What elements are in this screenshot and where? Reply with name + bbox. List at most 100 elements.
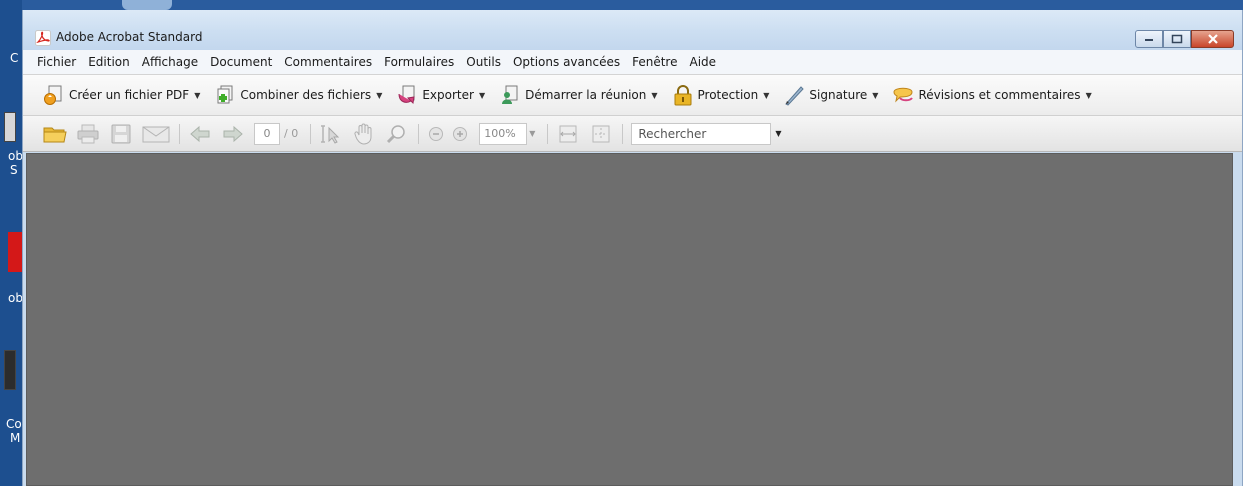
menu-edition[interactable]: Edition <box>88 55 130 69</box>
desktop-icon-label[interactable]: M <box>10 432 20 445</box>
export-button[interactable]: Exporter ▼ <box>396 84 485 106</box>
menu-document[interactable]: Document <box>210 55 272 69</box>
page-total: / 0 <box>284 127 299 140</box>
maximize-button[interactable] <box>1163 30 1191 48</box>
text-select-cursor-icon <box>321 124 340 144</box>
save-button[interactable] <box>109 122 133 146</box>
minimize-icon <box>1145 39 1153 41</box>
arrow-left-icon <box>190 125 210 142</box>
combine-files-button[interactable]: Combiner des fichiers ▼ <box>214 84 382 106</box>
export-icon <box>398 85 415 105</box>
start-meeting-button[interactable]: Démarrer la réunion ▼ <box>499 84 658 106</box>
protection-label: Protection <box>697 88 759 102</box>
create-pdf-icon <box>44 85 62 105</box>
zoom-in-button[interactable] <box>451 122 469 146</box>
toolbar-separator <box>179 123 180 144</box>
email-button[interactable] <box>142 122 170 146</box>
menu-formulaires[interactable]: Formulaires <box>384 55 454 69</box>
meeting-icon <box>502 85 518 104</box>
desktop-icon-label[interactable]: ob <box>8 292 22 305</box>
menu-bar: Fichier Edition Affichage Document Comme… <box>23 50 1242 74</box>
desktop-icon[interactable] <box>4 112 16 142</box>
chevron-down-icon: ▼ <box>1085 90 1092 100</box>
export-label: Exporter <box>422 88 474 102</box>
desktop-icon-label[interactable]: C <box>10 52 18 65</box>
previous-page-button[interactable] <box>188 122 212 146</box>
floppy-disk-icon <box>111 124 131 143</box>
search-dropdown-chevron-icon[interactable]: ▼ <box>775 129 781 138</box>
menu-fenetre[interactable]: Fenêtre <box>632 55 677 69</box>
combine-files-icon <box>217 85 233 104</box>
create-pdf-label: Créer un fichier PDF <box>69 88 190 102</box>
select-tool-button[interactable] <box>319 122 343 146</box>
print-button[interactable] <box>76 122 100 146</box>
open-button[interactable] <box>43 122 67 146</box>
zoom-dropdown-chevron-icon[interactable]: ▼ <box>529 129 535 138</box>
toolbar-separator <box>547 123 549 144</box>
menu-commentaires[interactable]: Commentaires <box>284 55 372 69</box>
zoom-marquee-button[interactable] <box>385 122 409 146</box>
zoom-in-icon <box>453 126 468 141</box>
zoom-magnifier-icon <box>387 124 405 143</box>
chevron-down-icon: ▼ <box>376 90 383 100</box>
desktop-icon[interactable] <box>4 350 16 390</box>
menu-options-avancees[interactable]: Options avancées <box>513 55 620 69</box>
fit-width-button[interactable] <box>556 122 580 146</box>
chevron-down-icon: ▼ <box>651 90 658 100</box>
review-comments-label: Révisions et commentaires <box>918 88 1081 102</box>
acrobat-window: Adobe Acrobat Standard Fichier Edition A… <box>22 10 1243 486</box>
menu-outils[interactable]: Outils <box>466 55 501 69</box>
close-icon <box>1207 34 1218 44</box>
fit-page-button[interactable] <box>589 122 613 146</box>
desktop-icon-fragment <box>122 0 172 10</box>
protection-button[interactable]: Protection ▼ <box>672 84 770 106</box>
desktop-icon-label[interactable]: Co <box>6 418 22 431</box>
close-button[interactable] <box>1191 30 1234 48</box>
desktop-icon-label[interactable]: S <box>10 164 18 177</box>
menu-aide[interactable]: Aide <box>689 55 716 69</box>
toolbar-separator <box>418 123 420 144</box>
menu-fichier[interactable]: Fichier <box>37 55 76 69</box>
toolbar-separator <box>622 123 624 144</box>
zoom-level-input[interactable]: 100% <box>479 122 528 145</box>
chevron-down-icon: ▼ <box>872 90 879 100</box>
signature-label: Signature <box>809 88 868 102</box>
chevron-down-icon: ▼ <box>763 90 770 100</box>
tools-toolbar: 0 / 0 100% ▼ Rechercher ▼ <box>23 116 1242 152</box>
tasks-toolbar: Créer un fichier PDF ▼ Combiner des fich… <box>23 74 1242 116</box>
fit-page-icon <box>592 125 610 142</box>
toolbar-separator <box>310 123 312 144</box>
title-bar[interactable]: Adobe Acrobat Standard <box>23 10 1242 50</box>
review-comments-button[interactable]: Révisions et commentaires ▼ <box>892 84 1092 106</box>
minimize-button[interactable] <box>1135 30 1163 48</box>
envelope-icon <box>142 126 170 142</box>
fit-width-icon <box>559 125 577 142</box>
start-meeting-label: Démarrer la réunion <box>525 88 647 102</box>
desktop-icon[interactable] <box>8 232 22 272</box>
maximize-icon <box>1171 34 1183 44</box>
desktop-top-strip <box>22 0 1243 10</box>
acrobat-logo-icon <box>35 30 51 46</box>
pen-icon <box>785 86 805 106</box>
folder-icon <box>43 127 67 142</box>
signature-button[interactable]: Signature ▼ <box>783 84 878 106</box>
menu-affichage[interactable]: Affichage <box>142 55 198 69</box>
hand-tool-button[interactable] <box>352 122 376 146</box>
create-pdf-button[interactable]: Créer un fichier PDF ▼ <box>43 84 200 106</box>
combine-files-label: Combiner des fichiers <box>240 88 372 102</box>
document-area[interactable] <box>26 153 1233 486</box>
zoom-out-button[interactable] <box>427 122 445 146</box>
zoom-out-icon <box>429 126 444 141</box>
arrow-right-icon <box>223 125 243 142</box>
desktop-background: C ob S ob Co M <box>0 0 22 486</box>
next-page-button[interactable] <box>221 122 245 146</box>
hand-icon <box>354 123 372 145</box>
search-input[interactable]: Rechercher <box>631 122 772 145</box>
lock-icon <box>674 85 692 106</box>
window-controls <box>1135 30 1234 48</box>
printer-icon <box>77 124 99 143</box>
desktop-icon-label[interactable]: ob <box>8 150 22 163</box>
chevron-down-icon: ▼ <box>478 90 486 100</box>
window-title: Adobe Acrobat Standard <box>56 30 203 44</box>
page-number-input[interactable]: 0 <box>254 122 280 145</box>
